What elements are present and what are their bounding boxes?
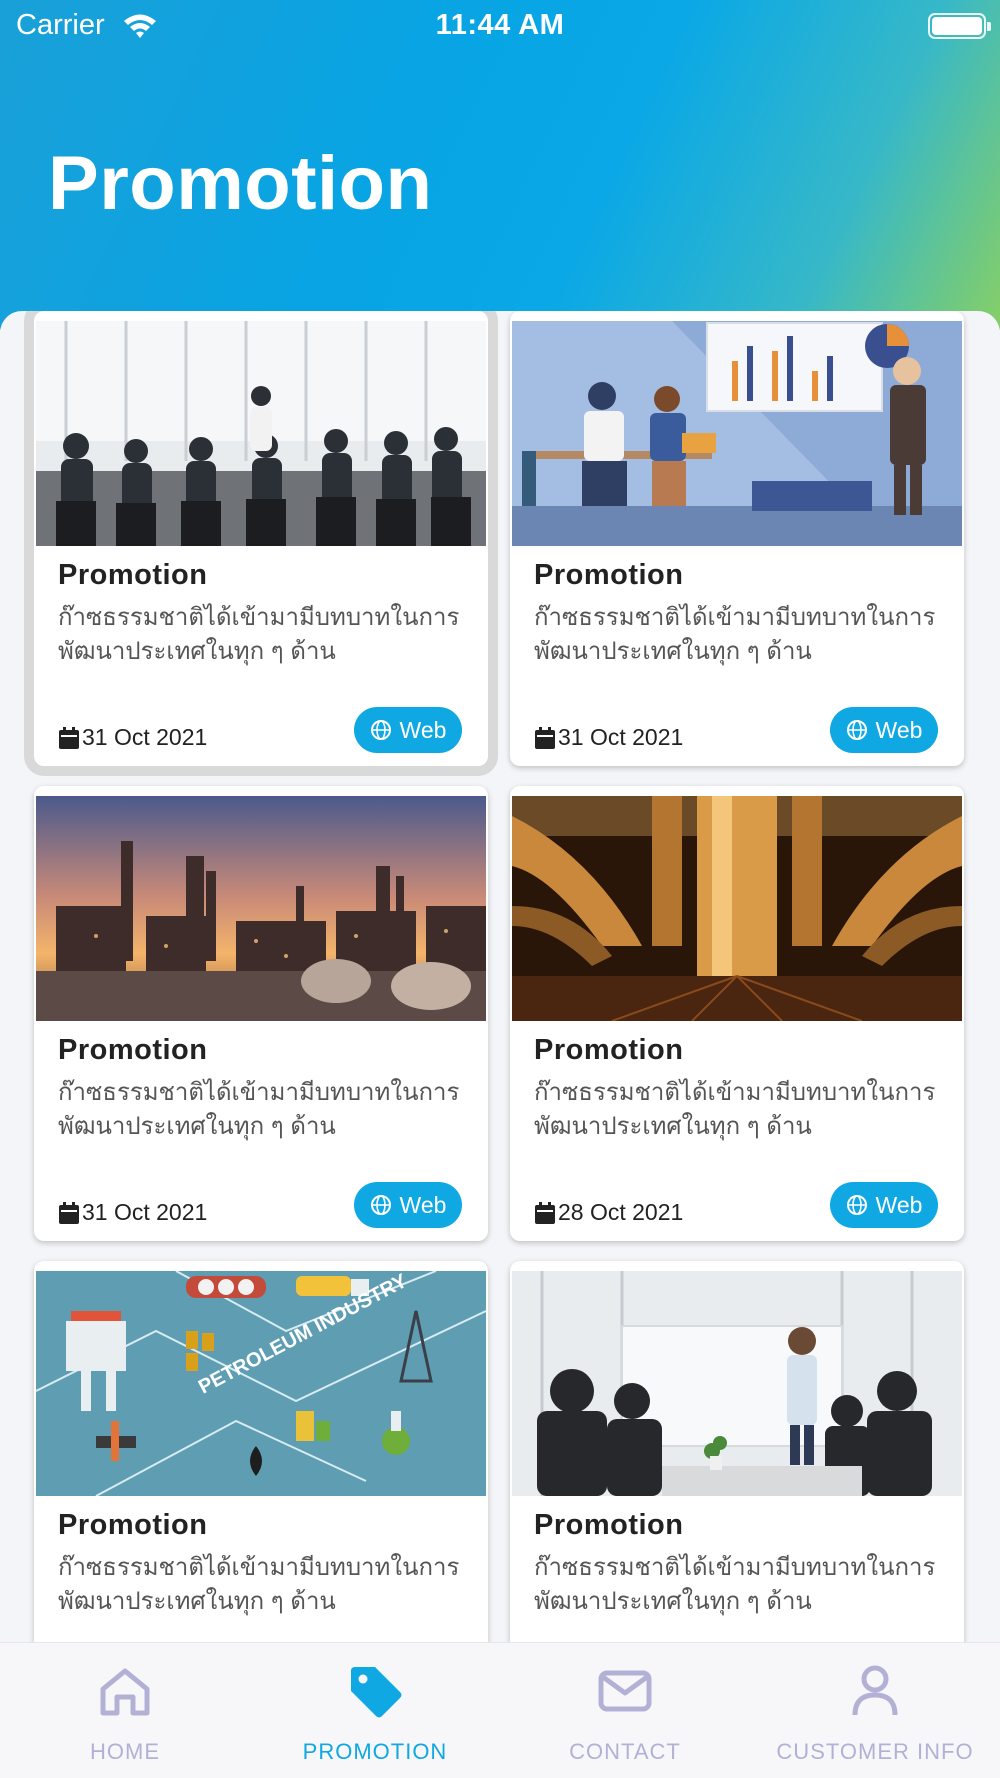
person-icon <box>852 1665 898 1716</box>
globe-icon <box>846 1195 867 1215</box>
tab-home[interactable]: HOME <box>0 1643 250 1778</box>
web-button[interactable]: Web <box>830 1182 938 1228</box>
header: Carrier 11:44 AM Promotion <box>0 0 1000 330</box>
card-image <box>512 321 962 546</box>
promotion-card[interactable]: Promotion ก๊าซธรรมชาติได้เข้ามามีบทบาทใน… <box>34 311 488 766</box>
card-date-text: 31 Oct 2021 <box>82 1199 208 1225</box>
tab-customer-info-label: CUSTOMER INFO <box>776 1739 974 1764</box>
status-time: 11:44 AM <box>435 9 565 41</box>
page-title: Promotion <box>48 141 433 226</box>
card-image <box>36 796 486 1021</box>
card-description: ก๊าซธรรมชาติได้เข้ามามีบทบาทในการพัฒนาปร… <box>534 604 936 665</box>
card-image <box>36 321 486 546</box>
card-title: Promotion <box>534 1509 684 1541</box>
globe-icon <box>370 1195 391 1215</box>
card-date-text: 31 Oct 2021 <box>558 724 684 750</box>
tag-icon <box>351 1667 402 1718</box>
promotion-card[interactable]: Promotion ก๊าซธรรมชาติได้เข้ามามีบทบาทใน… <box>510 1261 964 1642</box>
card-date: 31 Oct 2021 <box>58 724 207 751</box>
card-description: ก๊าซธรรมชาติได้เข้ามามีบทบาทในการพัฒนาปร… <box>58 1554 460 1615</box>
card-date-text: 28 Oct 2021 <box>558 1199 684 1225</box>
web-button[interactable]: Web <box>354 1182 462 1228</box>
card-title: Promotion <box>58 559 208 591</box>
web-button-label: Web <box>875 716 923 743</box>
card-date: 31 Oct 2021 <box>534 724 683 751</box>
home-icon <box>100 1668 150 1716</box>
promotion-card[interactable]: PETROLEUM INDUSTRY Promotion ก๊าซธรรมชาต… <box>34 1261 488 1642</box>
promotion-list[interactable]: Promotion ก๊าซธรรมชาติได้เข้ามามีบทบาทใน… <box>0 311 1000 1642</box>
globe-icon <box>846 720 867 740</box>
card-date-text: 31 Oct 2021 <box>82 724 208 750</box>
web-button-label: Web <box>399 1191 447 1218</box>
web-button-label: Web <box>875 1191 923 1218</box>
calendar-icon <box>535 726 555 749</box>
card-date: 28 Oct 2021 <box>534 1199 683 1226</box>
promotion-card[interactable]: Promotion ก๊าซธรรมชาติได้เข้ามามีบทบาทใน… <box>510 311 964 766</box>
promotion-card[interactable]: Promotion ก๊าซธรรมชาติได้เข้ามามีบทบาทใน… <box>34 786 488 1241</box>
web-button[interactable]: Web <box>830 707 938 753</box>
card-title: Promotion <box>58 1509 208 1541</box>
battery-icon <box>928 13 991 39</box>
card-image: PETROLEUM INDUSTRY <box>36 1271 486 1496</box>
tab-contact[interactable]: CONTACT <box>500 1643 750 1778</box>
globe-icon <box>370 720 391 740</box>
tab-promotion-label: PROMOTION <box>302 1739 448 1764</box>
tab-bar: HOME PROMOTION CONTACT CUSTOMER INFO <box>0 1642 1000 1778</box>
tab-promotion[interactable]: PROMOTION <box>250 1643 500 1778</box>
card-description: ก๊าซธรรมชาติได้เข้ามามีบทบาทในการพัฒนาปร… <box>534 1554 936 1615</box>
card-title: Promotion <box>534 1034 684 1066</box>
calendar-icon <box>59 726 79 749</box>
tab-contact-label: CONTACT <box>569 1739 681 1764</box>
card-image <box>512 1271 962 1496</box>
card-description: ก๊าซธรรมชาติได้เข้ามามีบทบาทในการพัฒนาปร… <box>58 1079 460 1140</box>
calendar-icon <box>59 1201 79 1224</box>
card-image <box>512 796 962 1021</box>
web-button[interactable]: Web <box>354 707 462 753</box>
tab-customer-info[interactable]: CUSTOMER INFO <box>750 1643 1000 1778</box>
web-button-label: Web <box>399 716 447 743</box>
card-title: Promotion <box>534 559 684 591</box>
mail-icon <box>598 1670 652 1712</box>
card-description: ก๊าซธรรมชาติได้เข้ามามีบทบาทในการพัฒนาปร… <box>58 604 460 665</box>
tab-home-label: HOME <box>90 1739 160 1764</box>
card-description: ก๊าซธรรมชาติได้เข้ามามีบทบาทในการพัฒนาปร… <box>534 1079 936 1140</box>
card-title: Promotion <box>58 1034 208 1066</box>
card-date: 31 Oct 2021 <box>58 1199 207 1226</box>
calendar-icon <box>535 1201 555 1224</box>
status-bar: Carrier 11:44 AM <box>0 0 1000 52</box>
promotion-card[interactable]: Promotion ก๊าซธรรมชาติได้เข้ามามีบทบาทใน… <box>510 786 964 1241</box>
